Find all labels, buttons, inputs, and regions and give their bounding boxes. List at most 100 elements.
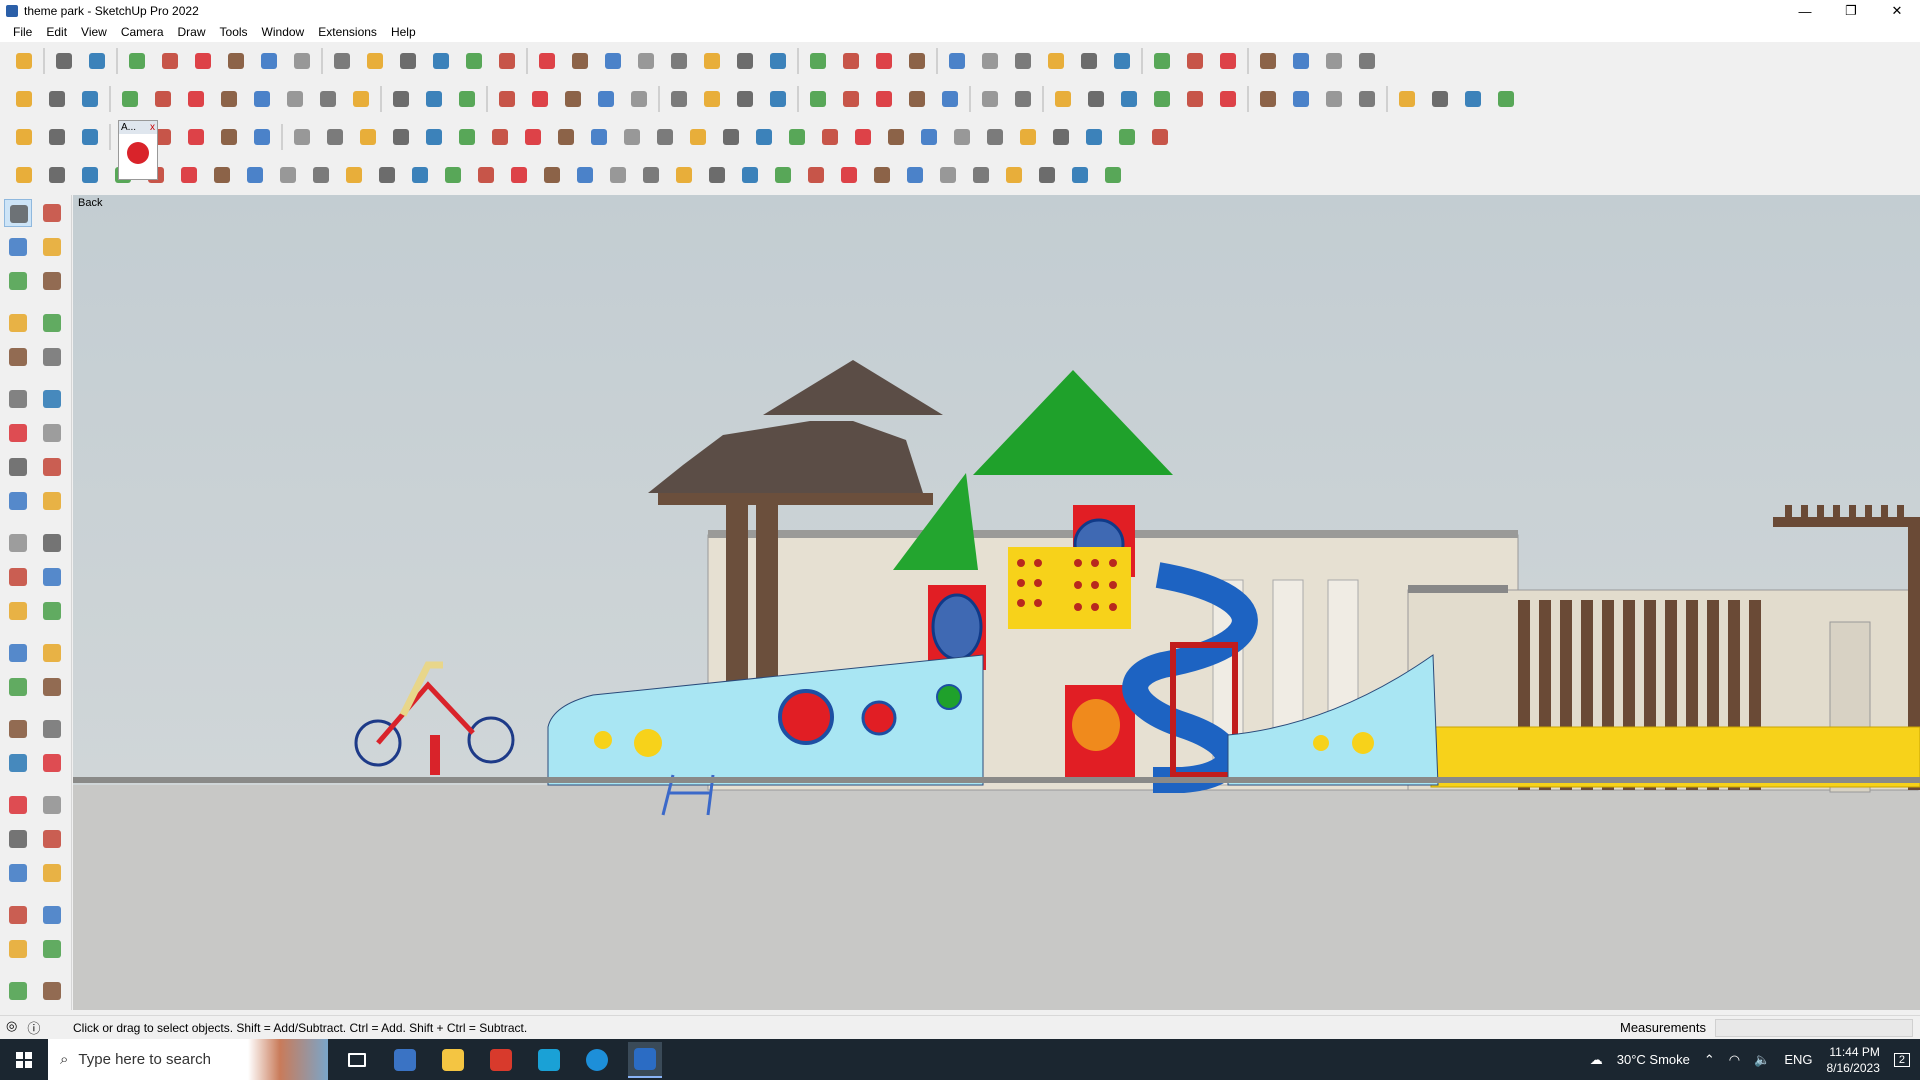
- toolbar-tool-icon[interactable]: [1047, 123, 1075, 151]
- toolbar-tool-icon[interactable]: [903, 47, 931, 75]
- close-button[interactable]: ✕: [1874, 0, 1920, 22]
- toolbar-tool-icon[interactable]: [651, 123, 679, 151]
- toolbar-tool-icon[interactable]: [835, 161, 863, 189]
- toolbar-tool-icon[interactable]: [1426, 85, 1454, 113]
- toolbar-tool-icon[interactable]: [208, 161, 236, 189]
- menu-camera[interactable]: Camera: [114, 25, 171, 39]
- toolbar-tool-icon[interactable]: [868, 161, 896, 189]
- sketchup-app[interactable]: [628, 1041, 662, 1078]
- task-view-button[interactable]: [340, 1042, 374, 1078]
- toolbar-tool-icon[interactable]: [1080, 123, 1108, 151]
- toolbar-tool-icon[interactable]: [1113, 123, 1141, 151]
- component-icon[interactable]: [127, 142, 149, 164]
- toolbar-tool-icon[interactable]: [83, 47, 111, 75]
- large-tool-icon[interactable]: [4, 639, 32, 667]
- toolbar-tool-icon[interactable]: [1148, 85, 1176, 113]
- toolbar-tool-icon[interactable]: [764, 85, 792, 113]
- large-tool-icon[interactable]: [38, 529, 66, 557]
- toolbar-tool-icon[interactable]: [703, 161, 731, 189]
- notification-icon[interactable]: 2: [1893, 1052, 1910, 1067]
- toolbar-tool-icon[interactable]: [1214, 47, 1242, 75]
- toolbar-tool-icon[interactable]: [76, 123, 104, 151]
- menu-view[interactable]: View: [74, 25, 114, 39]
- toolbar-tool-icon[interactable]: [976, 47, 1004, 75]
- toolbar-tool-icon[interactable]: [665, 47, 693, 75]
- clock[interactable]: 11:44 PM 8/16/2023: [1826, 1044, 1879, 1076]
- toolbar-tool-icon[interactable]: [321, 123, 349, 151]
- toolbar-tool-icon[interactable]: [215, 85, 243, 113]
- toolbar-tool-icon[interactable]: [241, 161, 269, 189]
- geolocation-icon[interactable]: ◎: [6, 1018, 17, 1037]
- toolbar-tool-icon[interactable]: [552, 123, 580, 151]
- toolbar-tool-icon[interactable]: [248, 85, 276, 113]
- large-tool-icon[interactable]: [38, 639, 66, 667]
- toolbar-tool-icon[interactable]: [1320, 47, 1348, 75]
- toolbar-tool-icon[interactable]: [526, 85, 554, 113]
- large-tool-icon[interactable]: [38, 563, 66, 591]
- large-tool-icon[interactable]: [4, 309, 32, 337]
- toolbar-tool-icon[interactable]: [340, 161, 368, 189]
- toolbar-tool-icon[interactable]: [472, 161, 500, 189]
- toolbar-tool-icon[interactable]: [1049, 85, 1077, 113]
- toolbar-tool-icon[interactable]: [281, 85, 309, 113]
- large-tool-icon[interactable]: [4, 453, 32, 481]
- toolbar-tool-icon[interactable]: [248, 123, 276, 151]
- large-tool-icon[interactable]: [38, 419, 66, 447]
- toolbar-tool-icon[interactable]: [116, 85, 144, 113]
- toolbar-tool-icon[interactable]: [538, 161, 566, 189]
- toolbar-tool-icon[interactable]: [1146, 123, 1174, 151]
- toolbar-tool-icon[interactable]: [76, 85, 104, 113]
- toolbar-tool-icon[interactable]: [1066, 161, 1094, 189]
- toolbar-tool-icon[interactable]: [802, 161, 830, 189]
- toolbar-tool-icon[interactable]: [618, 123, 646, 151]
- toolbar-tool-icon[interactable]: [599, 47, 627, 75]
- large-tool-icon[interactable]: [38, 935, 66, 963]
- large-tool-icon[interactable]: [4, 715, 32, 743]
- toolbar-tool-icon[interactable]: [453, 85, 481, 113]
- toolbar-tool-icon[interactable]: [420, 85, 448, 113]
- toolbar-tool-icon[interactable]: [274, 161, 302, 189]
- toolbar-tool-icon[interactable]: [684, 123, 712, 151]
- toolbar-tool-icon[interactable]: [665, 85, 693, 113]
- toolbar-tool-icon[interactable]: [816, 123, 844, 151]
- taskbar-search[interactable]: ⌕ Type here to search: [48, 1039, 328, 1080]
- toolbar-tool-icon[interactable]: [1181, 47, 1209, 75]
- toolbar-tool-icon[interactable]: [1393, 85, 1421, 113]
- large-tool-icon[interactable]: [38, 453, 66, 481]
- menu-help[interactable]: Help: [384, 25, 423, 39]
- toolbar-tool-icon[interactable]: [288, 123, 316, 151]
- menu-window[interactable]: Window: [255, 25, 312, 39]
- toolbar-tool-icon[interactable]: [519, 123, 547, 151]
- large-tool-icon[interactable]: [38, 901, 66, 929]
- toolbar-tool-icon[interactable]: [698, 85, 726, 113]
- network-icon[interactable]: ◠: [1729, 1052, 1740, 1068]
- toolbar-tool-icon[interactable]: [43, 85, 71, 113]
- toolbar-tool-icon[interactable]: [1254, 47, 1282, 75]
- toolbar-tool-icon[interactable]: [10, 161, 38, 189]
- toolbar-tool-icon[interactable]: [1287, 47, 1315, 75]
- toolbar-tool-icon[interactable]: [870, 85, 898, 113]
- toolbar-tool-icon[interactable]: [1009, 47, 1037, 75]
- large-tool-icon[interactable]: [38, 309, 66, 337]
- toolbar-tool-icon[interactable]: [731, 85, 759, 113]
- toolbar-tool-icon[interactable]: [307, 161, 335, 189]
- large-tool-icon[interactable]: [38, 233, 66, 261]
- toolbar-tool-icon[interactable]: [10, 85, 38, 113]
- volume-icon[interactable]: 🔈: [1754, 1052, 1770, 1068]
- calculator-app[interactable]: [388, 1042, 422, 1078]
- toolbar-tool-icon[interactable]: [255, 47, 283, 75]
- toolbar-tool-icon[interactable]: [976, 85, 1004, 113]
- toolbar-tool-icon[interactable]: [592, 85, 620, 113]
- restore-button[interactable]: ❐: [1828, 0, 1874, 22]
- toolbar-tool-icon[interactable]: [670, 161, 698, 189]
- toolbar-tool-icon[interactable]: [1254, 85, 1282, 113]
- weather-icon[interactable]: ☁: [1590, 1052, 1603, 1068]
- toolbar-tool-icon[interactable]: [123, 47, 151, 75]
- large-tool-icon[interactable]: [38, 825, 66, 853]
- large-tool-icon[interactable]: [38, 343, 66, 371]
- toolbar-tool-icon[interactable]: [870, 47, 898, 75]
- toolbar-tool-icon[interactable]: [1000, 161, 1028, 189]
- large-tool-icon[interactable]: [38, 487, 66, 515]
- toolbar-tool-icon[interactable]: [215, 123, 243, 151]
- start-button[interactable]: [0, 1039, 48, 1080]
